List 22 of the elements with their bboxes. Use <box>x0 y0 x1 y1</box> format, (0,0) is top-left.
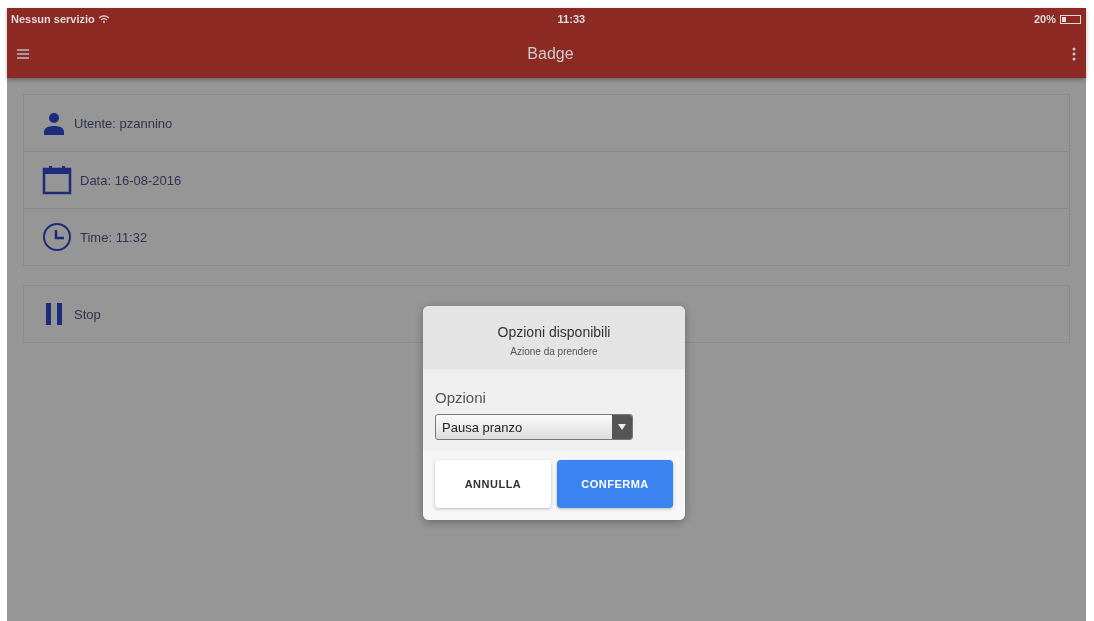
dialog-subtitle: Azione da prendere <box>510 346 598 357</box>
confirm-button[interactable]: CONFERMA <box>557 460 673 508</box>
wifi-icon <box>98 15 109 23</box>
options-select[interactable]: Pausa pranzo <box>435 414 633 440</box>
app-title: Badge <box>527 45 574 63</box>
field-label: Opzioni <box>435 389 487 406</box>
cancel-button[interactable]: ANNULLA <box>435 460 551 508</box>
action-text: Stop <box>74 306 101 322</box>
info-text: Utente: pzannino <box>74 115 173 131</box>
clock-text: 11:33 <box>557 13 586 25</box>
battery-icon <box>1060 14 1082 24</box>
menu-icon[interactable] <box>17 49 29 59</box>
calendar-icon <box>42 165 72 195</box>
more-options-icon[interactable] <box>1072 47 1076 61</box>
caret-icon <box>618 424 626 430</box>
user-icon <box>42 111 66 135</box>
info-text: Data: 16-08-2016 <box>80 172 182 188</box>
dialog-title: Opzioni disponibili <box>497 324 611 340</box>
carrier-text: Nessun servizio <box>11 13 95 25</box>
battery-percent: 20% <box>1033 13 1056 25</box>
clock-icon <box>42 222 72 252</box>
info-text: Time: 11:32 <box>80 229 148 245</box>
